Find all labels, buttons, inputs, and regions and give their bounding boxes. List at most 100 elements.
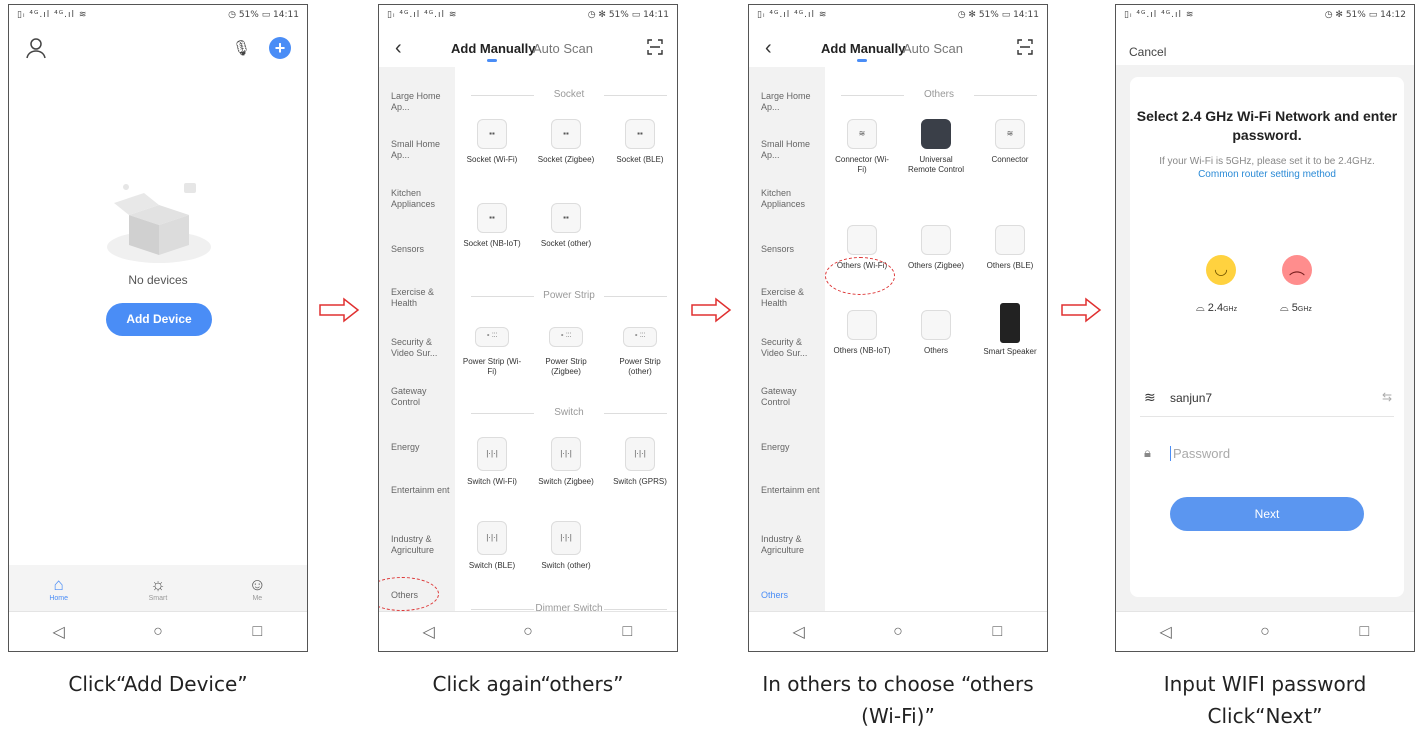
- sidebar-item-large-home[interactable]: Large Home Ap...: [761, 91, 823, 113]
- device-label: Socket (Wi-Fi): [466, 155, 518, 164]
- device-label: Power Strip (other): [619, 357, 661, 376]
- back-triangle-icon[interactable]: ◁: [409, 622, 449, 642]
- sidebar-item-energy[interactable]: Energy: [391, 442, 453, 453]
- tab-add-manually[interactable]: Add Manually: [451, 41, 536, 56]
- home-circle-icon[interactable]: ○: [508, 623, 548, 641]
- device-grid: Socket ▪▪ Socket (Wi-Fi) ▪▪ Socket (Zigbee…: [455, 67, 677, 614]
- wifi-ssid-row[interactable]: ≋ sanjun7 ⇆: [1140, 387, 1394, 417]
- device-tile[interactable]: ∘ ⁚⁚⁚ Power Strip (Wi-Fi): [461, 321, 523, 376]
- next-button[interactable]: Next: [1170, 497, 1364, 531]
- device-tile[interactable]: ≋ Connector (Wi-Fi): [831, 119, 893, 174]
- device-label: Power Strip (Wi-Fi): [462, 357, 522, 376]
- device-tile[interactable]: ▪▪ Socket (NB-IoT): [461, 203, 523, 249]
- device-label: Others (BLE): [986, 261, 1034, 270]
- device-tile[interactable]: ∘ ⁚⁚⁚ Power Strip (other): [609, 321, 671, 376]
- device-tile[interactable]: |·|·| Switch (other): [535, 521, 597, 571]
- device-label: Switch (Wi-Fi): [467, 477, 517, 486]
- bottom-tab-bar: ⌂ Home ☼ Smart ☺ Me: [9, 565, 307, 611]
- back-chevron-icon[interactable]: ‹: [395, 37, 402, 60]
- section-header: Others: [841, 89, 1037, 100]
- back-triangle-icon[interactable]: ◁: [779, 622, 819, 642]
- cancel-button[interactable]: Cancel: [1129, 45, 1166, 59]
- tab-auto-scan[interactable]: Auto Scan: [903, 41, 963, 56]
- device-tile[interactable]: |·|·| Switch (Zigbee): [535, 437, 597, 487]
- add-plus-button[interactable]: +: [269, 37, 291, 59]
- tab-add-manually[interactable]: Add Manually: [821, 41, 906, 56]
- category-sidebar: Large Home Ap... Small Home Ap... Kitche…: [379, 67, 455, 611]
- band-2-4ghz: ⌓ 2.4GHz: [1196, 302, 1237, 315]
- phone-others-category: ▯ᵢ ⁴ᴳ.ıl ⁴ᴳ.ıl ≋ ◷ ✻ 51% ▭ 14:11 ‹ Add M…: [748, 4, 1048, 652]
- switch-network-icon[interactable]: ⇆: [1382, 390, 1392, 404]
- device-tile[interactable]: ▪▪ Socket (BLE): [609, 119, 671, 165]
- device-tile[interactable]: Universal Remote Control: [905, 119, 967, 174]
- back-triangle-icon[interactable]: ◁: [39, 622, 79, 642]
- device-tile[interactable]: ≋ Connector: [979, 119, 1041, 165]
- home-circle-icon[interactable]: ○: [878, 623, 918, 641]
- home-circle-icon[interactable]: ○: [1245, 623, 1285, 641]
- recents-square-icon[interactable]: □: [1344, 623, 1384, 641]
- sidebar-item-entertainment[interactable]: Entertainm ent: [391, 485, 453, 496]
- sidebar-item-security[interactable]: Security & Video Sur...: [761, 337, 823, 359]
- header: ‹ Add Manually Auto Scan: [379, 37, 677, 65]
- device-tile[interactable]: |·|·| Switch (BLE): [461, 521, 523, 571]
- tab-home[interactable]: ⌂ Home: [24, 575, 94, 602]
- sidebar-item-entertainment[interactable]: Entertainm ent: [761, 485, 823, 496]
- sidebar-item-small-home[interactable]: Small Home Ap...: [391, 139, 453, 161]
- sidebar-item-kitchen[interactable]: Kitchen Appliances: [761, 188, 823, 210]
- sidebar-item-gateway[interactable]: Gateway Control: [761, 386, 823, 408]
- user-icon[interactable]: [25, 37, 47, 59]
- device-tile[interactable]: ▪▪ Socket (other): [535, 203, 597, 249]
- power-strip-icon: ∘ ⁚⁚⁚: [475, 327, 509, 347]
- generic-device-icon: [847, 225, 877, 255]
- device-tile[interactable]: Others (BLE): [979, 225, 1041, 271]
- device-tile[interactable]: |·|·| Switch (Wi-Fi): [461, 437, 523, 487]
- microphone-icon[interactable]: 🎙︎: [232, 39, 251, 57]
- sidebar-item-sensors[interactable]: Sensors: [761, 244, 823, 255]
- sidebar-item-industry[interactable]: Industry & Agriculture: [391, 534, 453, 556]
- sidebar-item-security[interactable]: Security & Video Sur...: [391, 337, 453, 359]
- sidebar-item-small-home[interactable]: Small Home Ap...: [761, 139, 823, 161]
- router-setting-link[interactable]: Common router setting method: [1198, 169, 1336, 180]
- sidebar-item-industry[interactable]: Industry & Agriculture: [761, 534, 823, 556]
- recents-square-icon[interactable]: □: [607, 623, 647, 641]
- device-tile[interactable]: |·|·| Switch (GPRS): [609, 437, 671, 487]
- sidebar-item-gateway[interactable]: Gateway Control: [391, 386, 453, 408]
- sidebar-item-kitchen[interactable]: Kitchen Appliances: [391, 188, 453, 210]
- tab-smart[interactable]: ☼ Smart: [123, 575, 193, 602]
- back-triangle-icon[interactable]: ◁: [1146, 622, 1186, 642]
- home-circle-icon[interactable]: ○: [138, 623, 178, 641]
- device-tile[interactable]: ▪▪ Socket (Zigbee): [535, 119, 597, 165]
- sidebar-item-large-home[interactable]: Large Home Ap...: [391, 91, 453, 113]
- password-field[interactable]: 🔒︎ Password: [1140, 443, 1394, 471]
- recents-square-icon[interactable]: □: [237, 623, 277, 641]
- sidebar-item-energy[interactable]: Energy: [761, 442, 823, 453]
- tab-me[interactable]: ☺ Me: [222, 575, 292, 602]
- device-tile[interactable]: ∘ ⁚⁚⁚ Power Strip (Zigbee): [535, 321, 597, 376]
- back-chevron-icon[interactable]: ‹: [765, 37, 772, 60]
- add-device-button[interactable]: Add Device: [106, 303, 212, 336]
- scan-icon[interactable]: [1017, 39, 1033, 55]
- sidebar-item-others[interactable]: Others: [761, 590, 823, 601]
- device-tile[interactable]: ▪▪ Socket (Wi-Fi): [461, 119, 523, 165]
- sidebar-item-exercise[interactable]: Exercise & Health: [391, 287, 453, 309]
- sidebar-item-sensors[interactable]: Sensors: [391, 244, 453, 255]
- device-tile[interactable]: Others (Zigbee): [905, 225, 967, 271]
- hint-body: If your Wi-Fi is 5GHz, please set it to …: [1159, 156, 1375, 167]
- empty-box-illustration: [107, 183, 211, 263]
- home-icon: ⌂: [53, 574, 64, 594]
- device-label: Switch (Zigbee): [538, 477, 594, 486]
- device-label: Connector (Wi-Fi): [835, 155, 889, 174]
- device-tile[interactable]: Smart Speaker: [979, 303, 1041, 357]
- recents-square-icon[interactable]: □: [977, 623, 1017, 641]
- wifi-card: Select 2.4 GHz Wi-Fi Network and enter p…: [1130, 77, 1404, 597]
- scan-icon[interactable]: [647, 39, 663, 55]
- sidebar-item-exercise[interactable]: Exercise & Health: [761, 287, 823, 309]
- socket-icon: ▪▪: [551, 203, 581, 233]
- device-label: Others (NB-IoT): [833, 346, 891, 355]
- device-tile[interactable]: Others: [905, 310, 967, 356]
- device-label: Smart Speaker: [983, 347, 1037, 356]
- socket-icon: ▪▪: [625, 119, 655, 149]
- device-tile[interactable]: Others (NB-IoT): [831, 310, 893, 356]
- power-strip-icon: ∘ ⁚⁚⁚: [549, 327, 583, 347]
- tab-auto-scan[interactable]: Auto Scan: [533, 41, 593, 56]
